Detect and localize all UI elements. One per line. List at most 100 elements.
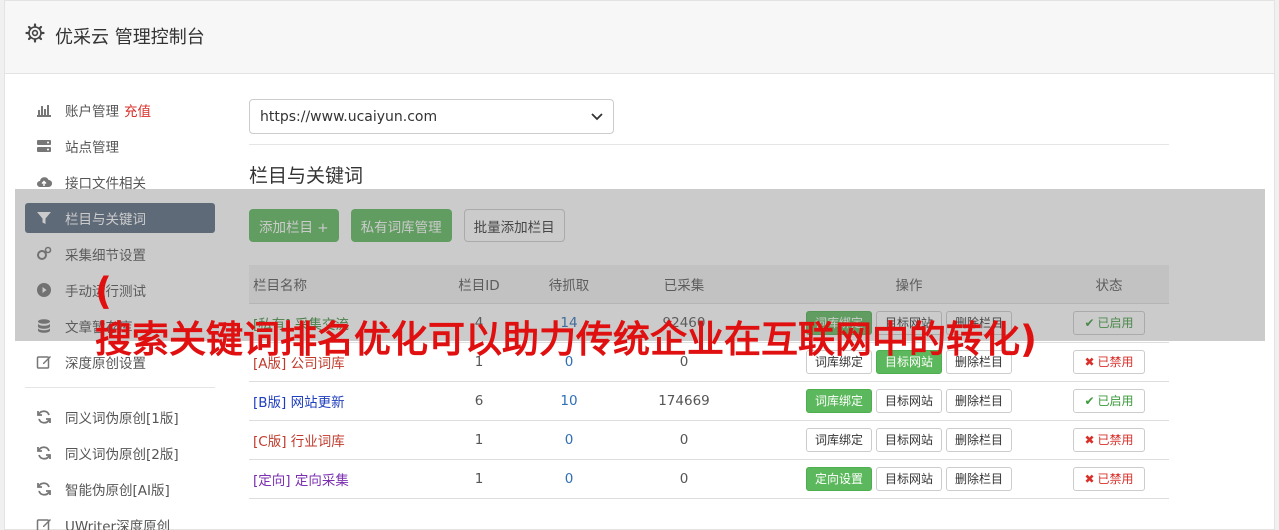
sidebar-item-label: 手动运行测试 [65, 284, 146, 300]
table-header-row: 栏目名称 栏目ID 待抓取 已采集 操作 状态 [249, 265, 1169, 304]
filter-icon [37, 212, 51, 224]
library-bind-button[interactable]: 词库绑定 [805, 310, 872, 335]
actions-cell: 词库绑定 目标网站 删除栏目 [769, 303, 1049, 343]
delete-column-button[interactable]: 删除栏目 [946, 466, 1013, 491]
library-bind-button[interactable]: 词库绑定 [805, 349, 872, 374]
sidebar-item-label: 账户管理 [65, 104, 119, 120]
recharge-link[interactable]: 充值 [124, 100, 151, 120]
status-toggle-button[interactable]: ✔ 已启用 [1073, 310, 1145, 335]
col-header-status: 状态 [1049, 265, 1169, 304]
sidebar-item-label: 深度原创设置 [65, 356, 146, 372]
pending-cell[interactable]: 0 [539, 459, 599, 499]
status-toggle-button[interactable]: ✖ 已禁用 [1073, 349, 1145, 374]
actions-cell: 定向设置 目标网站 删除栏目 [769, 459, 1049, 499]
column-name-cell[interactable]: [私有] 采集交流 [249, 303, 419, 343]
column-name[interactable]: 采集交流 [295, 317, 349, 333]
refresh-icon [37, 446, 51, 460]
library-bind-button[interactable]: 词库绑定 [805, 388, 872, 413]
sidebar-item-interface-files[interactable]: 接口文件相关 [25, 167, 215, 197]
pending-count-link[interactable]: 0 [565, 471, 574, 487]
main-content: https://www.ucaiyun.com 栏目与关键词 添加栏目 + 私有… [249, 99, 1169, 499]
col-header-id: 栏目ID [419, 265, 539, 304]
column-name-cell[interactable]: [B版] 网站更新 [249, 381, 419, 421]
sidebar-item-label: 智能伪原创[AI版] [65, 483, 170, 499]
collected-cell: 0 [599, 420, 769, 460]
sidebar-item-article-storage[interactable]: 文章暂存库 [25, 311, 215, 341]
pending-cell[interactable]: 0 [539, 420, 599, 460]
sidebar-item-synonym-v1[interactable]: 同义词伪原创[1版] [25, 402, 215, 432]
sidebar-item-manual-run[interactable]: 手动运行测试 [25, 275, 215, 305]
delete-column-button[interactable]: 删除栏目 [946, 310, 1013, 335]
column-name[interactable]: 定向采集 [295, 473, 349, 489]
pending-count-link[interactable]: 10 [560, 393, 577, 409]
status-label: 已禁用 [1097, 433, 1134, 447]
delete-column-button[interactable]: 删除栏目 [946, 427, 1013, 452]
close-icon: ✖ [1084, 471, 1095, 486]
pending-count-link[interactable]: 0 [565, 432, 574, 448]
table-row: [B版] 网站更新 6 10 174669 词库绑定 目标网站 删除栏目 ✔ 已启用 [249, 381, 1169, 421]
sidebar-item-synonym-v2[interactable]: 同义词伪原创[2版] [25, 438, 215, 468]
sidebar-item-label: 文章暂存库 [65, 320, 133, 336]
status-label: 已启用 [1097, 394, 1134, 408]
column-name[interactable]: 网站更新 [291, 395, 345, 411]
target-site-button[interactable]: 目标网站 [875, 427, 942, 452]
bar-chart-icon [37, 105, 51, 117]
library-bind-button[interactable]: 词库绑定 [805, 427, 872, 452]
target-site-button[interactable]: 目标网站 [875, 388, 942, 413]
column-name-cell[interactable]: [C版] 行业词库 [249, 420, 419, 460]
target-site-button[interactable]: 目标网站 [875, 310, 942, 335]
site-select[interactable]: https://www.ucaiyun.com [249, 99, 614, 134]
sidebar-item-columns-keywords[interactable]: 栏目与关键词 [25, 203, 215, 233]
pending-count-link[interactable]: 14 [560, 315, 577, 331]
column-id-cell: 1 [419, 342, 539, 382]
cogs-icon [37, 246, 52, 260]
column-name-cell[interactable]: [定向] 定向采集 [249, 459, 419, 499]
play-circle-icon [37, 283, 51, 297]
column-id-cell: 6 [419, 381, 539, 421]
sidebar-item-label: 同义词伪原创[2版] [65, 447, 179, 463]
table-row: [定向] 定向采集 1 0 0 定向设置 目标网站 删除栏目 ✖ 已禁用 [249, 459, 1169, 499]
pending-count-link[interactable]: 0 [565, 354, 574, 370]
add-column-button[interactable]: 添加栏目 + [249, 209, 339, 242]
status-cell: ✖ 已禁用 [1049, 420, 1169, 460]
pending-cell[interactable]: 0 [539, 342, 599, 382]
actions-cell: 词库绑定 目标网站 删除栏目 [769, 381, 1049, 421]
target-site-button[interactable]: 目标网站 [875, 349, 942, 374]
status-label: 已禁用 [1097, 472, 1134, 486]
sidebar-item-account[interactable]: 账户管理 充值 [25, 95, 215, 125]
pending-cell[interactable]: 10 [539, 381, 599, 421]
sidebar-item-ai-rewrite[interactable]: 智能伪原创[AI版] [25, 474, 215, 504]
sidebar-item-sites[interactable]: 站点管理 [25, 131, 215, 161]
column-name-cell[interactable]: [A版] 公司词库 [249, 342, 419, 382]
column-id-cell: 4 [419, 303, 539, 343]
sidebar-item-deep-original-settings[interactable]: 深度原创设置 [25, 347, 215, 377]
sidebar-item-label: 采集细节设置 [65, 248, 146, 264]
server-icon [37, 140, 51, 152]
target-site-button[interactable]: 目标网站 [875, 466, 942, 491]
column-name[interactable]: 公司词库 [291, 356, 345, 372]
section-title: 栏目与关键词 [249, 165, 364, 187]
status-label: 已禁用 [1097, 355, 1134, 369]
status-toggle-button[interactable]: ✖ 已禁用 [1073, 427, 1145, 452]
refresh-icon [37, 410, 51, 424]
sidebar-item-label: 栏目与关键词 [65, 212, 146, 228]
title-bar: 优采云 管理控制台 [5, 1, 1274, 74]
batch-add-column-button[interactable]: 批量添加栏目 [463, 209, 565, 242]
edit-icon [36, 519, 51, 530]
delete-column-button[interactable]: 删除栏目 [946, 349, 1013, 374]
status-toggle-button[interactable]: ✔ 已启用 [1073, 388, 1145, 413]
pending-cell[interactable]: 14 [539, 303, 599, 343]
sidebar-item-collect-settings[interactable]: 采集细节设置 [25, 239, 215, 269]
app-title: 优采云 管理控制台 [55, 27, 205, 48]
toolbar: 添加栏目 + 私有词库管理 批量添加栏目 [249, 209, 565, 242]
delete-column-button[interactable]: 删除栏目 [946, 388, 1013, 413]
sidebar-item-label: 站点管理 [65, 140, 119, 156]
sidebar-item-uwriter[interactable]: UWriter深度原创 [25, 510, 215, 530]
private-library-button[interactable]: 私有词库管理 [350, 209, 452, 242]
column-name[interactable]: 行业词库 [291, 434, 345, 450]
column-id-cell: 1 [419, 459, 539, 499]
chevron-down-icon [591, 112, 603, 120]
status-toggle-button[interactable]: ✖ 已禁用 [1073, 466, 1145, 491]
library-bind-button[interactable]: 定向设置 [805, 466, 872, 491]
table-row: [A版] 公司词库 1 0 0 词库绑定 目标网站 删除栏目 ✖ 已禁用 [249, 342, 1169, 382]
